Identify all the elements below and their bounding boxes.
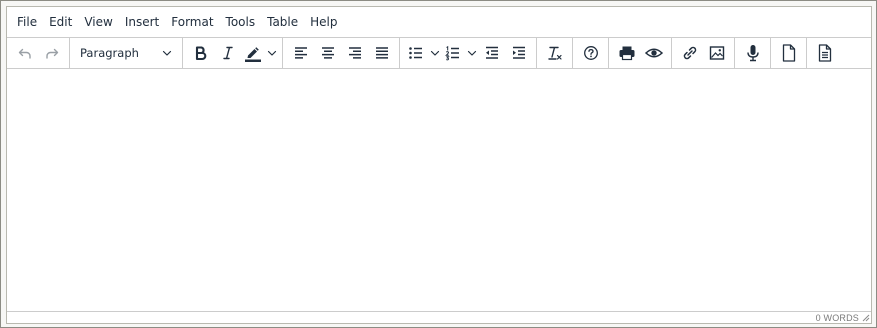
bullet-list-icon	[409, 47, 422, 59]
clear-formatting-icon	[547, 46, 562, 60]
print-button[interactable]	[613, 40, 640, 66]
chevron-down-icon	[467, 50, 476, 56]
chevron-down-icon	[267, 50, 276, 56]
toolbar-group-template	[807, 38, 842, 68]
menubar: File Edit View Insert Format Tools Table…	[7, 7, 871, 37]
redo-icon	[45, 48, 58, 59]
align-center-icon	[321, 47, 334, 59]
bold-button[interactable]	[187, 40, 214, 66]
toolbar-group-formatting	[183, 38, 283, 68]
new-document-icon	[782, 44, 795, 62]
toolbar-group-help	[573, 38, 609, 68]
block-format-value: Paragraph	[80, 46, 139, 60]
editor-frame: File Edit View Insert Format Tools Table…	[0, 0, 877, 328]
toolbar-group-alignment	[283, 38, 400, 68]
resize-handle-icon[interactable]	[861, 313, 870, 322]
italic-button[interactable]	[214, 40, 241, 66]
toolbar-group-remove-format	[537, 38, 573, 68]
toolbar-group-blocks: Paragraph	[70, 38, 183, 68]
preview-icon	[644, 48, 663, 58]
print-icon	[619, 46, 634, 61]
link-button[interactable]	[676, 40, 703, 66]
outdent-button[interactable]	[478, 40, 505, 66]
toolbar-group-insert	[672, 38, 735, 68]
editor-content-area[interactable]	[7, 69, 871, 311]
microphone-button[interactable]	[739, 40, 766, 66]
menu-help[interactable]: Help	[304, 11, 343, 33]
help-icon	[583, 46, 598, 60]
align-center-button[interactable]	[314, 40, 341, 66]
italic-icon	[222, 46, 233, 60]
align-justify-button[interactable]	[368, 40, 395, 66]
menu-insert[interactable]: Insert	[119, 11, 165, 33]
help-button[interactable]	[577, 40, 604, 66]
clear-formatting-button[interactable]	[541, 40, 568, 66]
highlight-color-button[interactable]	[241, 40, 278, 66]
align-right-button[interactable]	[341, 40, 368, 66]
toolbar: Paragraph	[7, 37, 871, 69]
menu-table[interactable]: Table	[261, 11, 304, 33]
block-format-select[interactable]: Paragraph	[74, 40, 178, 66]
chevron-down-icon	[430, 50, 439, 56]
align-left-icon	[294, 47, 307, 59]
align-justify-icon	[375, 47, 388, 59]
indent-button[interactable]	[505, 40, 532, 66]
menu-tools[interactable]: Tools	[220, 11, 262, 33]
toolbar-group-output	[609, 38, 672, 68]
toolbar-group-lists	[400, 38, 537, 68]
outdent-icon	[485, 46, 498, 59]
image-icon	[709, 46, 724, 60]
link-icon	[683, 46, 696, 60]
rich-text-editor: File Edit View Insert Format Tools Table…	[6, 6, 872, 324]
indent-icon	[512, 46, 525, 59]
template-icon	[818, 44, 831, 62]
align-right-icon	[348, 47, 361, 59]
numbered-list-button[interactable]	[441, 40, 478, 66]
toolbar-group-new	[771, 38, 807, 68]
menu-edit[interactable]: Edit	[43, 11, 78, 33]
preview-button[interactable]	[640, 40, 667, 66]
microphone-icon	[746, 45, 759, 62]
menu-file[interactable]: File	[11, 11, 43, 33]
bold-icon	[195, 46, 206, 61]
chevron-down-icon	[162, 50, 172, 56]
menu-format[interactable]: Format	[165, 11, 219, 33]
align-left-button[interactable]	[287, 40, 314, 66]
toolbar-group-voice	[735, 38, 771, 68]
menu-view[interactable]: View	[78, 11, 118, 33]
image-button[interactable]	[703, 40, 730, 66]
numbered-list-icon	[445, 45, 459, 61]
undo-button[interactable]	[11, 40, 38, 66]
toolbar-group-history	[7, 38, 70, 68]
bullet-list-button[interactable]	[404, 40, 441, 66]
word-count[interactable]: 0 WORDS	[816, 313, 859, 323]
template-button[interactable]	[811, 40, 838, 66]
highlight-color-icon	[245, 47, 261, 62]
redo-button[interactable]	[38, 40, 65, 66]
statusbar: 0 WORDS	[7, 311, 871, 323]
new-document-button[interactable]	[775, 40, 802, 66]
undo-icon	[18, 48, 31, 59]
